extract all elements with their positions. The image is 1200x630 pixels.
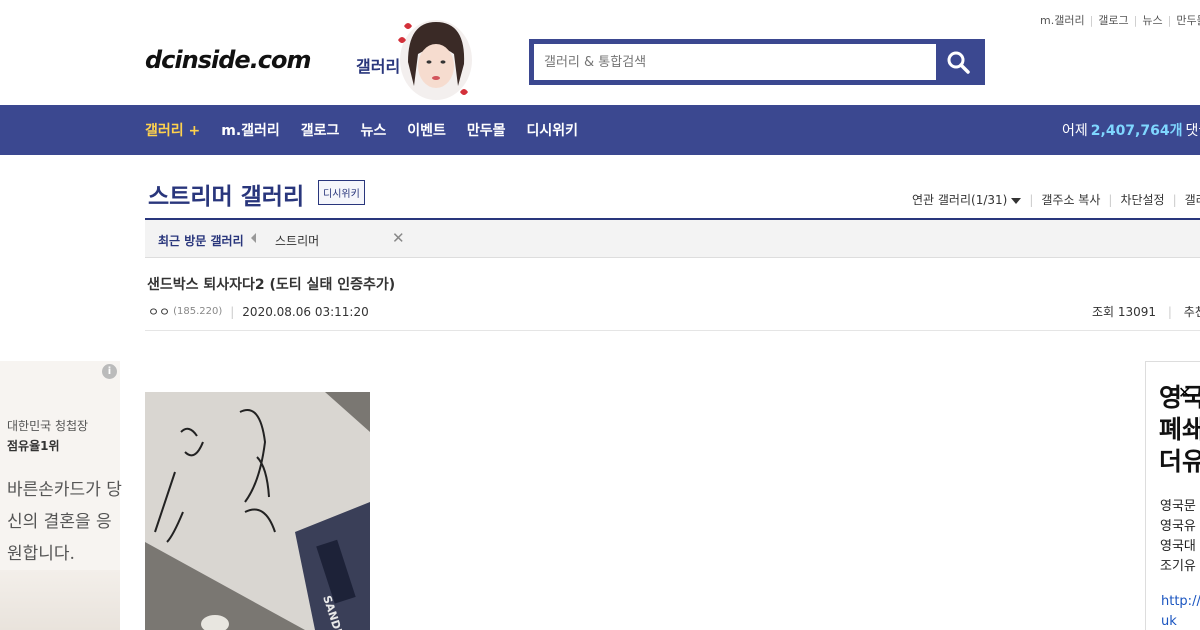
ad-line1: 대한민국 청첩장 <box>7 419 89 433</box>
stats-prefix: 어제 <box>1062 123 1088 139</box>
gallery-info-button[interactable]: 갤러리 <box>1185 191 1200 208</box>
arrow-left-icon[interactable] <box>251 233 256 243</box>
main-nav: 갤러리 + m.갤러리 갤로그 뉴스 이벤트 만두몰 디시위키 어제 2,407… <box>0 105 1200 155</box>
top-link-mall[interactable]: 만두몰 <box>1176 14 1200 27</box>
top-link-news[interactable]: 뉴스 <box>1142 14 1162 27</box>
nav-stats: 어제 2,407,764개 댓글 <box>1062 105 1200 155</box>
block-settings-button[interactable]: 차단설정 <box>1120 191 1164 208</box>
site-logo[interactable]: dcinside.com <box>145 46 312 74</box>
nav-news[interactable]: 뉴스 <box>360 120 386 140</box>
top-link-gallog[interactable]: 갤로그 <box>1098 14 1128 27</box>
page: m.갤러리|갤로그|뉴스|만두몰 dcinside.com 갤러리 갤러리 + … <box>0 0 1200 630</box>
post-stats: 조회 13091 | 추천 <box>1092 303 1200 320</box>
post-views: 조회 13091 <box>1092 305 1157 319</box>
nav-gallog[interactable]: 갤로그 <box>301 120 340 140</box>
close-icon[interactable]: ✕ <box>1178 384 1196 402</box>
stats-value: 2,407,764개 <box>1090 123 1183 139</box>
post-image[interactable]: SANDBOX <box>145 392 370 630</box>
nav-wiki[interactable]: 디시위키 <box>526 120 578 140</box>
ad-right-body: 영국문 영국유 영국대 조기유 <box>1160 499 1196 574</box>
gallery-options: 연관 갤러리(1/31) | 갤주소 복사 | 차단설정 | 갤러리 <box>912 191 1200 208</box>
divider <box>145 330 1200 331</box>
ad-line3: 바른손카드가 당신의 결혼을 응원합니다. <box>7 480 122 564</box>
post-date: 2020.08.06 03:11:20 <box>242 304 369 319</box>
right-ad-banner[interactable]: 영국 폐쇄 더유 ✕ 영국문 영국유 영국대 조기유 http://t uk <box>1145 361 1200 630</box>
top-link-mgallery[interactable]: m.갤러리 <box>1040 14 1085 27</box>
ad-decoration <box>0 570 120 630</box>
nav-event[interactable]: 이벤트 <box>407 120 446 140</box>
post-meta: ㅇㅇ (185.220) | 2020.08.06 03:11:20 <box>148 303 369 320</box>
recent-visited-label: 최근 방문 갤러리 <box>158 234 244 248</box>
copy-address-button[interactable]: 갤주소 복사 <box>1041 191 1100 208</box>
close-icon[interactable]: ✕ <box>392 229 405 247</box>
ad-right-link[interactable]: http://t uk <box>1161 592 1200 630</box>
related-gallery-dropdown[interactable]: 연관 갤러리(1/31) <box>912 191 1022 208</box>
search-input[interactable] <box>534 44 936 80</box>
recent-visited-bar: 최근 방문 갤러리 스트리머 ✕ <box>145 218 1200 258</box>
ad-line2: 점유율1위 <box>7 439 60 453</box>
top-links: m.갤러리|갤로그|뉴스|만두몰 <box>1040 12 1200 28</box>
mascot-image <box>398 20 472 100</box>
nav-mall[interactable]: 만두몰 <box>467 120 506 140</box>
search-button[interactable] <box>936 44 980 80</box>
info-icon[interactable]: i <box>102 364 117 379</box>
post-title: 샌드박스 퇴사자다2 (도티 실태 인증추가) <box>147 277 396 293</box>
search-box <box>529 39 985 85</box>
search-icon <box>947 51 970 74</box>
post-ip: (185.220) <box>173 306 223 317</box>
nav-gallery[interactable]: 갤러리 + <box>145 120 200 140</box>
wiki-badge[interactable]: 디시위키 <box>318 180 365 205</box>
left-ad-banner[interactable]: i 대한민국 청첩장 점유율1위 바른손카드가 당신의 결혼을 응원합니다. <box>0 361 122 630</box>
chevron-down-icon <box>1011 198 1022 204</box>
gallery-title[interactable]: 스트리머 갤러리 <box>148 177 304 211</box>
stats-suffix: 댓글 <box>1185 123 1200 139</box>
recent-item[interactable]: 스트리머 <box>275 232 319 249</box>
post-author[interactable]: ㅇㅇ <box>148 303 170 320</box>
nav-mgallery[interactable]: m.갤러리 <box>221 120 280 140</box>
post-recommend: 추천 <box>1183 305 1200 319</box>
